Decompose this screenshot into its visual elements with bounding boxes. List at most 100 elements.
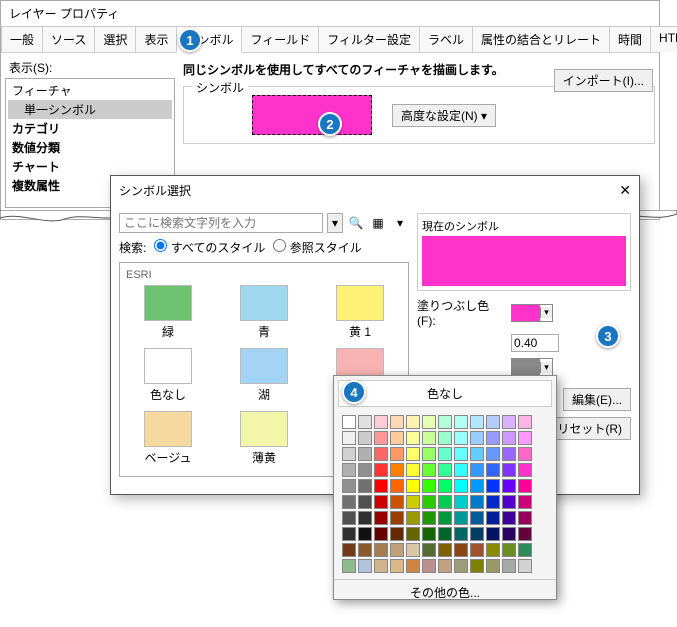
color-swatch[interactable] [454,463,468,477]
tab-display[interactable]: 表示 [135,26,177,52]
color-swatch[interactable] [454,479,468,493]
color-swatch[interactable] [438,415,452,429]
color-swatch[interactable] [406,495,420,509]
color-swatch[interactable] [406,527,420,541]
color-swatch[interactable] [374,559,388,573]
color-swatch[interactable] [358,463,372,477]
color-swatch[interactable] [518,463,532,477]
color-swatch[interactable] [438,543,452,557]
color-swatch[interactable] [406,415,420,429]
color-swatch[interactable] [486,415,500,429]
color-swatch[interactable] [454,415,468,429]
color-swatch[interactable] [470,479,484,493]
color-swatch[interactable] [390,511,404,525]
color-swatch[interactable] [342,511,356,525]
color-swatch[interactable] [502,559,516,573]
color-swatch[interactable] [342,463,356,477]
tree-charts[interactable]: チャート [8,157,172,176]
color-swatch[interactable] [454,511,468,525]
color-swatch[interactable] [406,431,420,445]
style-item[interactable]: 色なし [126,348,210,403]
tree-features[interactable]: フィーチャ [8,81,172,100]
color-swatch[interactable] [358,415,372,429]
search-dropdown[interactable]: ▾ [327,213,343,233]
search-icon[interactable]: 🔍 [347,214,365,232]
color-swatch[interactable] [374,415,388,429]
color-swatch[interactable] [342,559,356,573]
color-swatch[interactable] [454,559,468,573]
color-swatch[interactable] [486,511,500,525]
tab-source[interactable]: ソース [42,26,95,52]
tab-filter[interactable]: フィルター設定 [318,26,420,52]
color-swatch[interactable] [486,479,500,493]
color-swatch[interactable] [518,511,532,525]
color-swatch[interactable] [438,495,452,509]
color-swatch[interactable] [518,559,532,573]
color-swatch[interactable] [502,463,516,477]
color-swatch[interactable] [358,559,372,573]
color-swatch[interactable] [486,559,500,573]
color-swatch[interactable] [438,527,452,541]
color-swatch[interactable] [406,479,420,493]
close-button[interactable]: ✕ [619,182,631,199]
color-swatch[interactable] [374,511,388,525]
color-swatch[interactable] [518,447,532,461]
color-swatch[interactable] [438,479,452,493]
color-swatch[interactable] [358,495,372,509]
search-input[interactable] [119,213,323,233]
color-swatch[interactable] [502,447,516,461]
style-item[interactable]: 薄黄 [222,411,306,466]
color-swatch[interactable] [438,431,452,445]
radio-ref-styles[interactable]: 参照スタイル [273,239,361,256]
tree-categories[interactable]: カテゴリ [8,119,172,138]
view-mode-icon[interactable]: ▦ [369,214,387,232]
color-swatch[interactable] [422,463,436,477]
style-item[interactable]: 青 [222,285,306,340]
color-swatch[interactable] [342,495,356,509]
color-swatch[interactable] [470,511,484,525]
color-swatch[interactable] [406,447,420,461]
color-swatch[interactable] [374,527,388,541]
color-swatch[interactable] [422,479,436,493]
fill-color-button[interactable]: ▾ [511,304,553,322]
color-swatch[interactable] [358,527,372,541]
tree-quantities[interactable]: 数値分類 [8,138,172,157]
color-swatch[interactable] [502,415,516,429]
tab-label[interactable]: ラベル [419,26,473,52]
color-swatch[interactable] [390,431,404,445]
color-swatch[interactable] [358,431,372,445]
color-swatch[interactable] [438,511,452,525]
color-swatch[interactable] [486,463,500,477]
color-swatch[interactable] [374,543,388,557]
width-input[interactable] [511,334,559,352]
import-button[interactable]: インポート(I)... [554,69,653,92]
color-swatch[interactable] [486,495,500,509]
color-swatch[interactable] [342,479,356,493]
color-swatch[interactable] [470,543,484,557]
color-swatch[interactable] [422,527,436,541]
color-swatch[interactable] [390,415,404,429]
color-swatch[interactable] [486,543,500,557]
color-swatch[interactable] [342,431,356,445]
color-swatch[interactable] [502,495,516,509]
edit-button[interactable]: 編集(E)... [563,388,631,411]
tab-general[interactable]: 一般 [1,26,43,52]
color-swatch[interactable] [486,447,500,461]
color-swatch[interactable] [358,543,372,557]
color-swatch[interactable] [518,415,532,429]
color-swatch[interactable] [342,527,356,541]
tab-fields[interactable]: フィールド [241,26,319,52]
color-swatch[interactable] [374,495,388,509]
color-swatch[interactable] [470,415,484,429]
color-swatch[interactable] [438,463,452,477]
color-swatch[interactable] [502,431,516,445]
color-swatch[interactable] [422,559,436,573]
color-swatch[interactable] [422,431,436,445]
color-swatch[interactable] [422,543,436,557]
color-swatch[interactable] [358,447,372,461]
color-swatch[interactable] [454,495,468,509]
color-swatch[interactable] [374,463,388,477]
advanced-button[interactable]: 高度な設定(N) ▾ [392,104,496,127]
reset-button[interactable]: リセット(R) [548,417,631,440]
color-swatch[interactable] [342,415,356,429]
